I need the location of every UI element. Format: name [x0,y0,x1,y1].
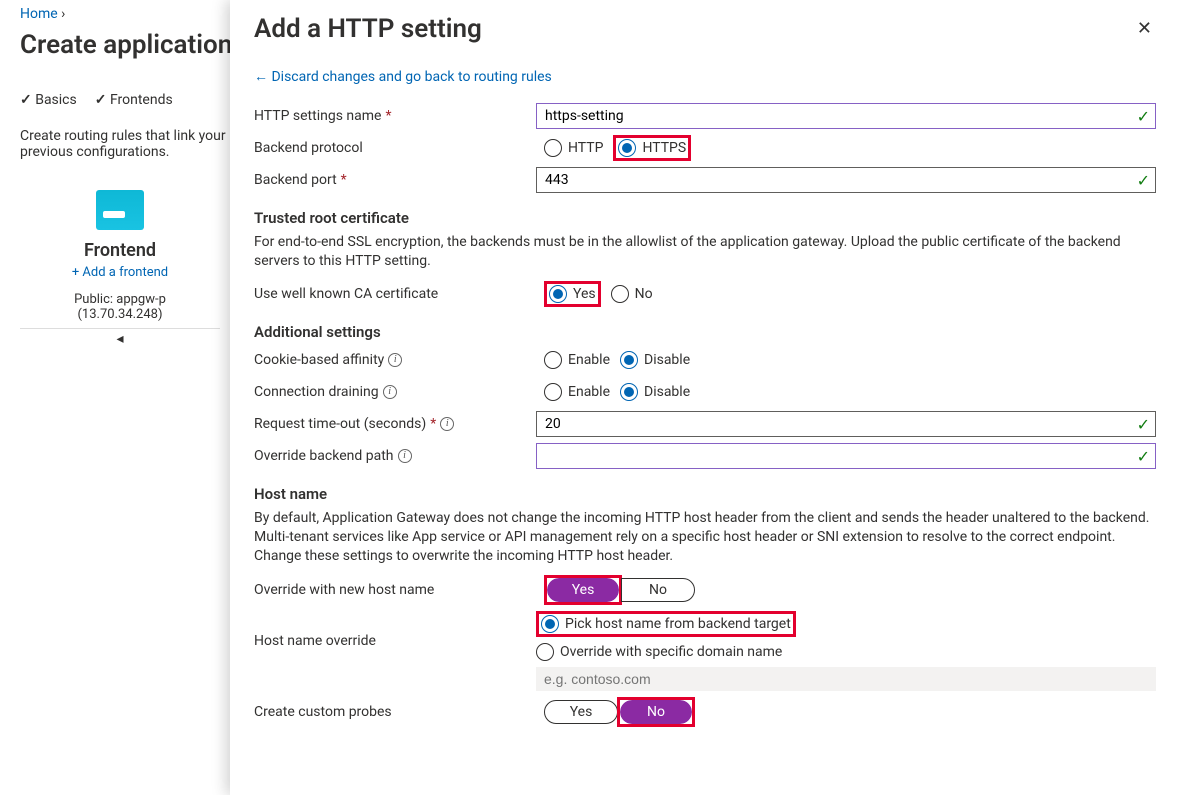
info-icon[interactable]: i [388,353,402,367]
trusted-root-description: For end-to-end SSL encryption, the backe… [254,233,1156,271]
backend-protocol-label: Backend protocol [254,140,363,156]
http-settings-name-input[interactable] [536,103,1156,129]
request-timeout-input[interactable] [536,411,1156,437]
override-specific-domain-radio[interactable]: Override with specific domain name [536,643,782,661]
required-asterisk: * [341,172,347,188]
drain-disable-radio[interactable]: Disable [620,383,690,401]
frontend-card: Frontend + Add a frontend Public: appgw-… [20,190,220,347]
cookie-enable-radio[interactable]: Enable [544,351,610,369]
host-name-heading: Host name [254,485,1156,503]
info-icon[interactable]: i [398,449,412,463]
backend-port-input[interactable] [536,167,1156,193]
frontend-card-title: Frontend [20,240,220,261]
override-host-toggle[interactable]: Yes [547,578,619,602]
step-frontends[interactable]: Frontends [95,92,173,108]
checkmark-icon: ✓ [1137,107,1150,126]
breadcrumb-home[interactable]: Home [20,6,58,22]
ca-yes-radio[interactable]: Yes [549,285,596,303]
checkmark-icon: ✓ [1137,447,1150,466]
required-asterisk: * [430,416,436,432]
horizontal-scrollbar[interactable]: ◂ [20,328,220,347]
highlight-ca-yes: Yes [544,281,601,307]
highlight-https: HTTPS [613,135,691,161]
custom-probes-yes[interactable]: Yes [545,701,617,723]
info-icon[interactable]: i [440,417,454,431]
additional-settings-heading: Additional settings [254,323,1156,341]
checkmark-icon: ✓ [1137,415,1150,434]
ca-no-radio[interactable]: No [611,285,653,303]
cookie-disable-radio[interactable]: Disable [620,351,690,369]
host-name-override-label: Host name override [254,633,376,649]
request-timeout-label: Request time-out (seconds) [254,416,426,432]
chevron-right-icon: › [61,6,65,22]
custom-probes-no[interactable]: No [620,700,692,724]
trusted-root-heading: Trusted root certificate [254,209,1156,227]
override-host-yes[interactable]: Yes [547,578,619,602]
frontend-icon [96,190,144,230]
protocol-https-radio[interactable]: HTTPS [618,139,686,157]
highlight-override-yes: Yes [544,575,622,605]
info-icon[interactable]: i [383,385,397,399]
highlight-pick-host: Pick host name from backend target [536,611,796,637]
required-asterisk: * [385,108,391,124]
custom-probes-toggle[interactable]: Yes [544,700,618,724]
step-basics[interactable]: Basics [20,92,77,108]
override-host-no[interactable]: No [622,579,694,601]
well-known-ca-label: Use well known CA certificate [254,286,438,302]
host-name-description: By default, Application Gateway does not… [254,509,1156,566]
backend-port-label: Backend port [254,172,337,188]
http-settings-name-label: HTTP settings name [254,108,381,124]
http-setting-panel: Add a HTTP setting ✕ Discard changes and… [230,0,1180,795]
panel-title: Add a HTTP setting [254,14,482,44]
discard-link[interactable]: Discard changes and go back to routing r… [254,68,552,85]
public-ip-label: Public: appgw-p (13.70.34.248) [20,292,220,322]
specific-domain-input [536,667,1156,691]
checkmark-icon: ✓ [1137,171,1150,190]
close-icon[interactable]: ✕ [1133,14,1156,43]
protocol-http-radio[interactable]: HTTP [544,139,603,157]
highlight-probes-no: No [617,697,695,727]
drain-enable-radio[interactable]: Enable [544,383,610,401]
override-backend-path-input[interactable] [536,443,1156,469]
pick-host-from-backend-radio[interactable]: Pick host name from backend target [541,615,791,633]
create-custom-probes-label: Create custom probes [254,704,392,720]
connection-draining-label: Connection draining [254,384,379,400]
add-frontend-link[interactable]: + Add a frontend [20,265,220,280]
override-host-name-label: Override with new host name [254,582,434,598]
override-backend-path-label: Override backend path [254,448,394,464]
cookie-affinity-label: Cookie-based affinity [254,352,384,368]
wizard-description: Create routing rules that link your prev… [20,128,230,160]
